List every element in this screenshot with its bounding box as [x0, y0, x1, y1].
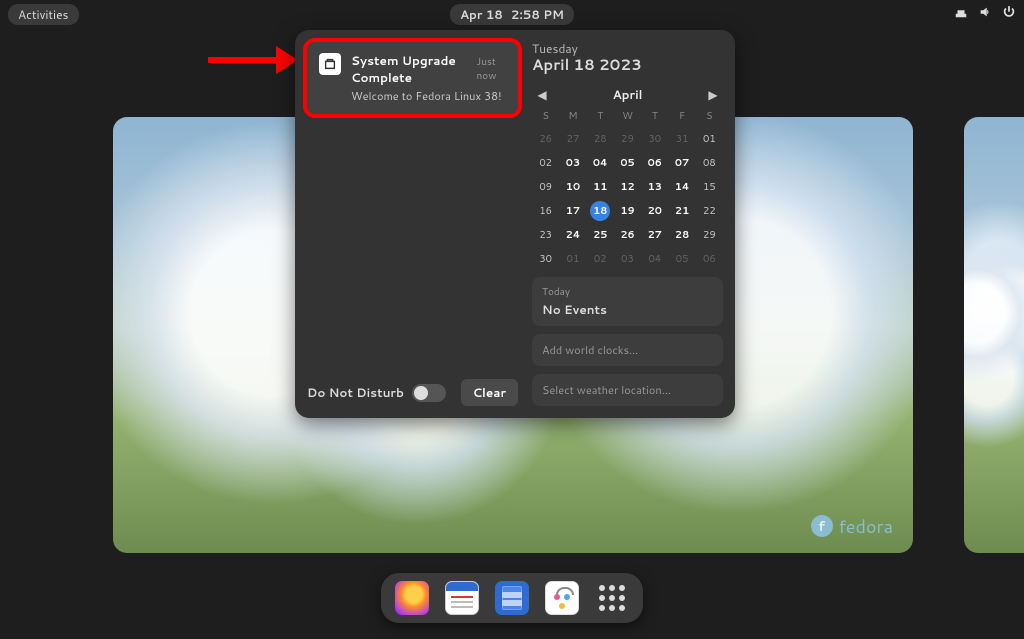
dock-app-calendar[interactable]	[445, 581, 479, 615]
annotation-arrow	[208, 46, 298, 74]
calendar-day[interactable]: 26	[618, 225, 638, 245]
calendar-day[interactable]: 22	[699, 201, 719, 221]
wallpaper	[964, 117, 1024, 553]
calendar-weekday: W	[614, 107, 641, 125]
calendar-day[interactable]: 02	[536, 153, 556, 173]
calendar-day[interactable]: 30	[536, 249, 556, 269]
calendar-day[interactable]: 28	[672, 225, 692, 245]
calendar-day[interactable]: 09	[536, 177, 556, 197]
calendar-day[interactable]: 21	[672, 201, 692, 221]
events-label: Today	[542, 285, 713, 299]
calendar-day[interactable]: 16	[536, 201, 556, 221]
datetime-panel: System Upgrade Complete Just now Welcome…	[295, 30, 735, 418]
fedora-logo: f fedora	[811, 513, 893, 539]
fedora-brand-text: fedora	[839, 513, 893, 539]
calendar-day[interactable]: 04	[590, 153, 610, 173]
dnd-toggle[interactable]	[412, 384, 446, 402]
calendar-day[interactable]: 14	[672, 177, 692, 197]
calendar-day[interactable]: 04	[645, 249, 665, 269]
calendar-day[interactable]: 25	[590, 225, 610, 245]
calendar-day[interactable]: 11	[590, 177, 610, 197]
notification-item[interactable]: System Upgrade Complete Just now Welcome…	[307, 42, 518, 114]
calendar-day[interactable]: 06	[699, 249, 719, 269]
notification-time: Just now	[477, 55, 507, 83]
dock	[381, 573, 643, 623]
network-icon[interactable]	[954, 5, 968, 23]
calendar-weekday: T	[587, 107, 614, 125]
calendar-day[interactable]: 06	[645, 153, 665, 173]
calendar-next[interactable]: ▶	[705, 87, 721, 103]
calendar-day[interactable]: 03	[563, 153, 583, 173]
calendar-day[interactable]: 29	[699, 225, 719, 245]
calendar-day[interactable]: 13	[645, 177, 665, 197]
calendar-day[interactable]: 23	[536, 225, 556, 245]
calendar-day[interactable]: 27	[563, 129, 583, 149]
calendar-day[interactable]: 26	[536, 129, 556, 149]
calendar-weekday: M	[559, 107, 586, 125]
volume-icon[interactable]	[978, 5, 992, 23]
calendar-day[interactable]: 31	[672, 129, 692, 149]
calendar-day[interactable]: 10	[563, 177, 583, 197]
clock-date: Apr 18	[460, 6, 503, 23]
weather-card[interactable]: Select weather location…	[532, 374, 723, 406]
clock-button[interactable]: Apr 18 2:58 PM	[450, 4, 574, 25]
software-icon	[319, 53, 341, 75]
calendar-weekday: T	[641, 107, 668, 125]
calendar-weekday: F	[668, 107, 695, 125]
date-heading: Tuesday April 18 2023	[532, 42, 723, 74]
calendar-day[interactable]: 18	[590, 201, 610, 221]
fedora-icon: f	[811, 515, 833, 537]
calendar: ◀ April ▶ SMTWTFS26272829303101020304050…	[532, 82, 723, 269]
calendar-day[interactable]: 19	[618, 201, 638, 221]
world-clocks-card[interactable]: Add world clocks…	[532, 334, 723, 366]
dock-app-firefox[interactable]	[395, 581, 429, 615]
dock-app-software[interactable]	[545, 581, 579, 615]
calendar-day[interactable]: 01	[563, 249, 583, 269]
dock-app-files[interactable]	[495, 581, 529, 615]
notification-body: Welcome to Fedora Linux 38!	[351, 88, 506, 104]
workspace-thumbnail-next[interactable]	[964, 117, 1024, 553]
dnd-label: Do Not Disturb	[307, 384, 404, 401]
clock-time: 2:58 PM	[511, 6, 564, 23]
calendar-weekday: S	[532, 107, 559, 125]
calendar-day[interactable]: 05	[672, 249, 692, 269]
clear-button[interactable]: Clear	[461, 379, 518, 406]
calendar-day[interactable]: 01	[699, 129, 719, 149]
calendar-day[interactable]: 03	[618, 249, 638, 269]
calendar-day[interactable]: 20	[645, 201, 665, 221]
apps-grid-icon	[599, 585, 625, 611]
calendar-day[interactable]: 15	[699, 177, 719, 197]
events-card[interactable]: Today No Events	[532, 277, 723, 326]
calendar-day[interactable]: 17	[563, 201, 583, 221]
dock-apps-grid[interactable]	[595, 581, 629, 615]
calendar-day[interactable]: 08	[699, 153, 719, 173]
calendar-day[interactable]: 30	[645, 129, 665, 149]
calendar-weekday: S	[696, 107, 723, 125]
power-icon[interactable]	[1002, 5, 1016, 23]
calendar-day[interactable]: 29	[618, 129, 638, 149]
status-area[interactable]	[954, 5, 1016, 23]
calendar-day[interactable]: 07	[672, 153, 692, 173]
calendar-grid: SMTWTFS262728293031010203040506070809101…	[532, 107, 723, 269]
date-full: April 18 2023	[532, 56, 723, 74]
calendar-day[interactable]: 12	[618, 177, 638, 197]
calendar-day[interactable]: 27	[645, 225, 665, 245]
calendar-day[interactable]: 28	[590, 129, 610, 149]
activities-button[interactable]: Activities	[8, 4, 79, 25]
calendar-day[interactable]: 02	[590, 249, 610, 269]
calendar-prev[interactable]: ◀	[534, 87, 550, 103]
calendar-day[interactable]: 24	[563, 225, 583, 245]
top-bar: Activities Apr 18 2:58 PM	[0, 0, 1024, 28]
events-value: No Events	[542, 301, 713, 318]
calendar-day[interactable]: 05	[618, 153, 638, 173]
notification-title: System Upgrade Complete	[351, 52, 471, 86]
calendar-month: April	[613, 86, 643, 103]
